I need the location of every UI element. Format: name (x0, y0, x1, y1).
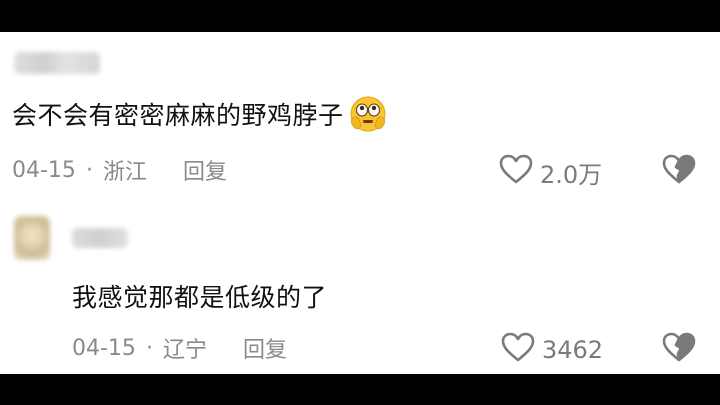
like-button[interactable]: 2.0万 (498, 153, 602, 191)
broken-heart-icon (661, 332, 697, 367)
like-button[interactable]: 3462 (500, 331, 603, 369)
blurred-username (72, 228, 128, 248)
comment-location: 浙江 (102, 160, 147, 185)
reply-meta: 04-15 · 辽宁 回复 (72, 332, 287, 364)
dislike-button[interactable] (661, 331, 697, 367)
comment-text: 会不会有密密麻麻的野鸡脖子 (12, 94, 388, 134)
face-with-peeking-eye-emoji (348, 94, 388, 134)
meta-separator: · (85, 157, 93, 183)
reply-date: 04-15 (72, 335, 136, 361)
reply-button[interactable]: 回复 (243, 332, 287, 364)
video-frame: 会不会有密密麻麻的野鸡脖子 04-15 · 浙江 回复 2.0万 我感觉那都是低… (0, 0, 720, 405)
broken-heart-icon (661, 154, 697, 189)
dislike-button[interactable] (661, 153, 697, 189)
like-count: 2.0万 (540, 160, 603, 189)
meta-separator: · (145, 335, 153, 361)
heart-outline-icon (498, 153, 540, 191)
like-count: 3462 (542, 336, 604, 364)
reply-button[interactable]: 回复 (183, 154, 227, 186)
comment-section: 会不会有密密麻麻的野鸡脖子 04-15 · 浙江 回复 2.0万 我感觉那都是低… (0, 32, 720, 374)
comment-body: 会不会有密密麻麻的野鸡脖子 (12, 101, 344, 130)
heart-outline-icon (500, 331, 542, 369)
avatar[interactable] (14, 216, 50, 260)
reply-text: 我感觉那都是低级的了 (72, 283, 328, 312)
blurred-username (14, 52, 100, 74)
comment-meta: 04-15 · 浙江 回复 (12, 154, 227, 186)
comment-date: 04-15 (12, 157, 76, 183)
reply-location: 辽宁 (162, 338, 207, 363)
